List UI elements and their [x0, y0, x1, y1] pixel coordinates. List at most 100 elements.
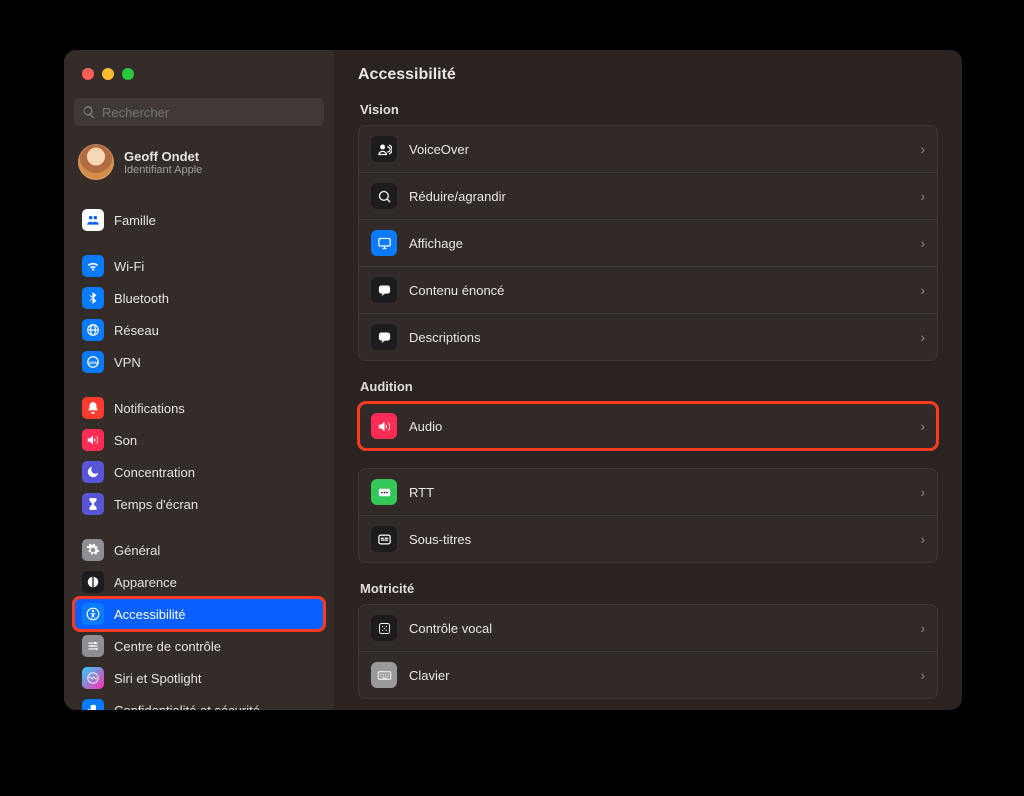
traffic-lights [82, 68, 134, 80]
speaker-icon-tile [82, 429, 104, 451]
row-label: VoiceOver [409, 142, 908, 157]
zoom-icon [377, 189, 392, 204]
globe-icon [86, 323, 100, 337]
gear-icon [86, 543, 100, 557]
sidebar-item-temps-ecran[interactable]: Temps d'écran [74, 488, 324, 520]
row-controle-vocal[interactable]: Contrôle vocal › [359, 605, 937, 651]
sidebar-item-label: VPN [114, 355, 141, 370]
sidebar-item-siri[interactable]: Siri et Spotlight [74, 662, 324, 694]
sidebar-item-label: Wi-Fi [114, 259, 144, 274]
sidebar-item-notifications[interactable]: Notifications [74, 392, 324, 424]
row-audio[interactable]: Audio › [359, 403, 937, 449]
sidebar-item-concentration[interactable]: Concentration [74, 456, 324, 488]
bluetooth-icon-tile [82, 287, 104, 309]
sidebar-item-centre-controle[interactable]: Centre de contrôle [74, 630, 324, 662]
search-field[interactable] [74, 98, 324, 126]
voiceover-icon-tile [371, 136, 397, 162]
row-sous-titres[interactable]: Sous-titres › [359, 515, 937, 562]
close-button[interactable] [82, 68, 94, 80]
captions-icon [377, 532, 392, 547]
vpn-icon [86, 355, 100, 369]
row-voiceover[interactable]: VoiceOver › [359, 126, 937, 172]
keyboard-icon-tile [371, 662, 397, 688]
sidebar-item-confidentialite[interactable]: Confidentialité et sécurité [74, 694, 324, 710]
row-label: Audio [409, 419, 908, 434]
wifi-icon [86, 259, 100, 273]
sidebar-item-label: Accessibilité [114, 607, 186, 622]
voicecontrol-icon [377, 621, 392, 636]
moon-icon [86, 465, 100, 479]
sidebar-item-label: Centre de contrôle [114, 639, 221, 654]
voicecontrol-icon-tile [371, 615, 397, 641]
row-label: Réduire/agrandir [409, 189, 908, 204]
sliders-icon-tile [82, 635, 104, 657]
chevron-right-icon: › [920, 484, 925, 500]
minimize-button[interactable] [102, 68, 114, 80]
row-label: Clavier [409, 668, 908, 683]
speech-icon-tile [371, 277, 397, 303]
bell-icon [86, 401, 100, 415]
chevron-right-icon: › [920, 620, 925, 636]
sidebar-item-wifi[interactable]: Wi-Fi [74, 250, 324, 282]
apple-id-profile[interactable]: Geoff Ondet Identifiant Apple [74, 138, 324, 190]
row-label: Descriptions [409, 330, 908, 345]
sidebar-item-general[interactable]: Général [74, 534, 324, 566]
vpn-icon-tile [82, 351, 104, 373]
row-zoom[interactable]: Réduire/agrandir › [359, 172, 937, 219]
panel: VoiceOver › Réduire/agrandir › Affichage… [358, 125, 938, 361]
rtt-icon-tile [371, 479, 397, 505]
sidebar-item-son[interactable]: Son [74, 424, 324, 456]
hourglass-icon-tile [82, 493, 104, 515]
sidebar-item-label: Confidentialité et sécurité [114, 703, 260, 711]
row-descriptions[interactable]: Descriptions › [359, 313, 937, 360]
page-title: Accessibilité [358, 66, 938, 84]
siri-icon [86, 671, 100, 685]
row-contenu-enonce[interactable]: Contenu énoncé › [359, 266, 937, 313]
row-label: Affichage [409, 236, 908, 251]
section-header-audition: Audition [360, 379, 938, 394]
hand-icon [86, 703, 100, 710]
sidebar-item-label: Temps d'écran [114, 497, 198, 512]
voiceover-icon [377, 142, 392, 157]
family-icon-tile [82, 209, 104, 231]
appearance-icon [86, 575, 100, 589]
row-clavier[interactable]: Clavier › [359, 651, 937, 698]
chevron-right-icon: › [920, 235, 925, 251]
speech-icon [377, 330, 392, 345]
sliders-icon [86, 639, 100, 653]
sidebar-item-accessibilite[interactable]: Accessibilité [74, 598, 324, 630]
row-label: Contrôle vocal [409, 621, 908, 636]
sidebar-item-reseau[interactable]: Réseau [74, 314, 324, 346]
accessibility-icon-tile [82, 603, 104, 625]
sidebar-item-label: Bluetooth [114, 291, 169, 306]
accessibility-icon [86, 607, 100, 621]
sidebar-item-label: Famille [114, 213, 156, 228]
profile-name: Geoff Ondet [124, 149, 202, 164]
hand-icon-tile [82, 699, 104, 710]
gear-icon-tile [82, 539, 104, 561]
chevron-right-icon: › [920, 282, 925, 298]
panel-highlighted: Audio › [358, 402, 938, 450]
sidebar-item-label: Réseau [114, 323, 159, 338]
sidebar-item-label: Siri et Spotlight [114, 671, 201, 686]
content-pane: Accessibilité Vision VoiceOver › Réduire… [334, 50, 962, 710]
sidebar-item-famille[interactable]: Famille [74, 204, 324, 236]
sidebar-item-vpn[interactable]: VPN [74, 346, 324, 378]
row-rtt[interactable]: RTT › [359, 469, 937, 515]
chevron-right-icon: › [920, 329, 925, 345]
chevron-right-icon: › [920, 141, 925, 157]
siri-icon-tile [82, 667, 104, 689]
sidebar-item-label: Général [114, 543, 160, 558]
panel: RTT › Sous-titres › [358, 468, 938, 563]
search-icon [82, 105, 96, 119]
sidebar-item-label: Apparence [114, 575, 177, 590]
fullscreen-button[interactable] [122, 68, 134, 80]
section-header-motricité: Motricité [360, 581, 938, 596]
speaker-icon [86, 433, 100, 447]
family-icon [86, 213, 100, 227]
row-affichage[interactable]: Affichage › [359, 219, 937, 266]
avatar [78, 144, 114, 180]
sidebar-item-apparence[interactable]: Apparence [74, 566, 324, 598]
search-input[interactable] [102, 105, 316, 120]
sidebar-item-bluetooth[interactable]: Bluetooth [74, 282, 324, 314]
